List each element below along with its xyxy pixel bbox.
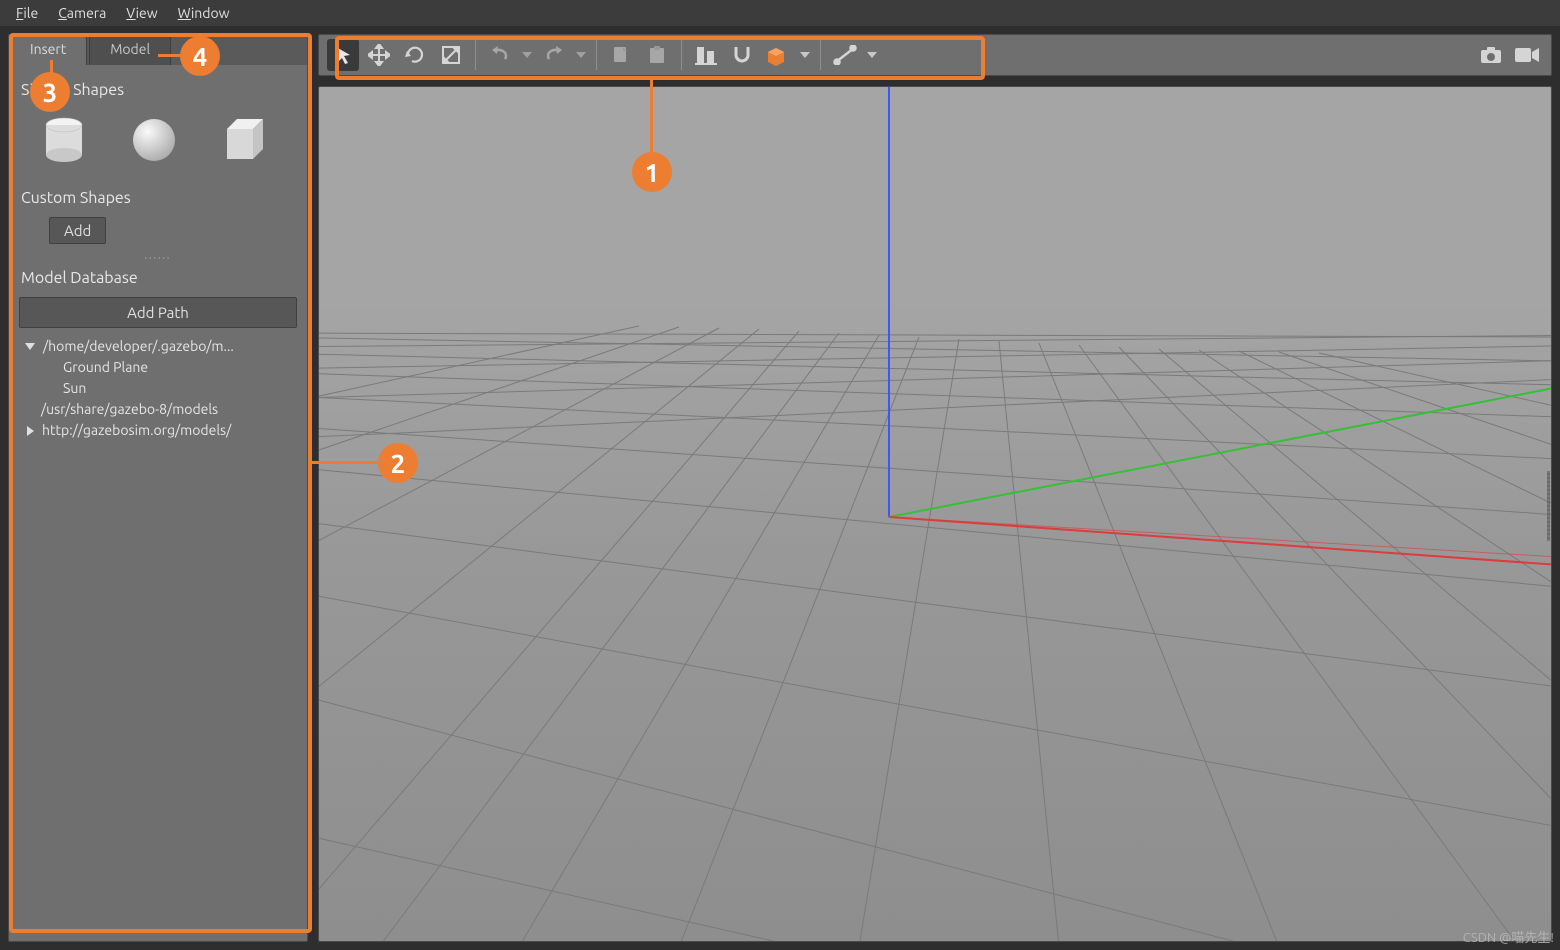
joint-tool[interactable] [762,39,794,71]
add-custom-button[interactable]: Add [49,217,106,244]
grid-render [319,87,1552,942]
select-tool[interactable] [327,39,359,71]
align-tool[interactable] [690,39,722,71]
menu-bar: File Camera View Window [0,0,1560,26]
snap-tool[interactable] [726,39,758,71]
shape-cylinder[interactable] [39,115,89,165]
screenshot-button[interactable] [1475,39,1507,71]
tree-item-path1[interactable]: /home/developer/.gazebo/m... [19,336,297,357]
rotate-tool[interactable] [399,39,431,71]
model-tree: /home/developer/.gazebo/m... Ground Plan… [19,336,297,441]
shape-sphere[interactable] [129,115,179,165]
undo-dropdown[interactable] [520,39,534,71]
left-panel: Insert Model Simple Shapes Custom Shapes… [8,34,308,942]
record-button[interactable] [1511,39,1543,71]
menu-view[interactable]: View [116,3,167,23]
panel-tabs: Insert Model [9,35,307,65]
copy-button[interactable] [605,39,637,71]
redo-button[interactable] [538,39,570,71]
menu-camera[interactable]: Camera [48,3,116,23]
tree-item-path2[interactable]: /usr/share/gazebo-8/models [19,399,297,420]
viewport-resize-handle[interactable] [1547,471,1550,541]
model-database-title: Model Database [21,269,295,287]
viewport-3d[interactable] [318,86,1552,942]
axis-y [889,387,1552,517]
toolbar [318,34,1552,76]
undo-button[interactable] [484,39,516,71]
paste-button[interactable] [641,39,673,71]
watermark: CSDN @喵先生! [1463,927,1554,946]
chevron-down-icon [25,343,35,350]
tab-insert[interactable]: Insert [9,35,87,65]
tree-item-ground[interactable]: Ground Plane [19,357,297,378]
tree-item-path3[interactable]: http://gazebosim.org/models/ [19,420,297,441]
tree-item-sun[interactable]: Sun [19,378,297,399]
add-path-button[interactable]: Add Path [19,297,297,328]
link-dropdown[interactable] [865,39,879,71]
move-tool[interactable] [363,39,395,71]
chevron-right-icon [27,426,34,436]
link-tool[interactable] [829,39,861,71]
simple-shapes-title: Simple Shapes [21,81,295,99]
joint-dropdown[interactable] [798,39,812,71]
axis-x [889,517,1552,565]
menu-window[interactable]: Window [168,3,240,23]
menu-file[interactable]: File [6,3,48,23]
shape-box[interactable] [219,115,269,165]
custom-shapes-title: Custom Shapes [21,189,295,207]
tab-model[interactable]: Model [89,35,171,65]
panel-divider: ······ [19,252,297,263]
redo-dropdown[interactable] [574,39,588,71]
scale-tool[interactable] [435,39,467,71]
